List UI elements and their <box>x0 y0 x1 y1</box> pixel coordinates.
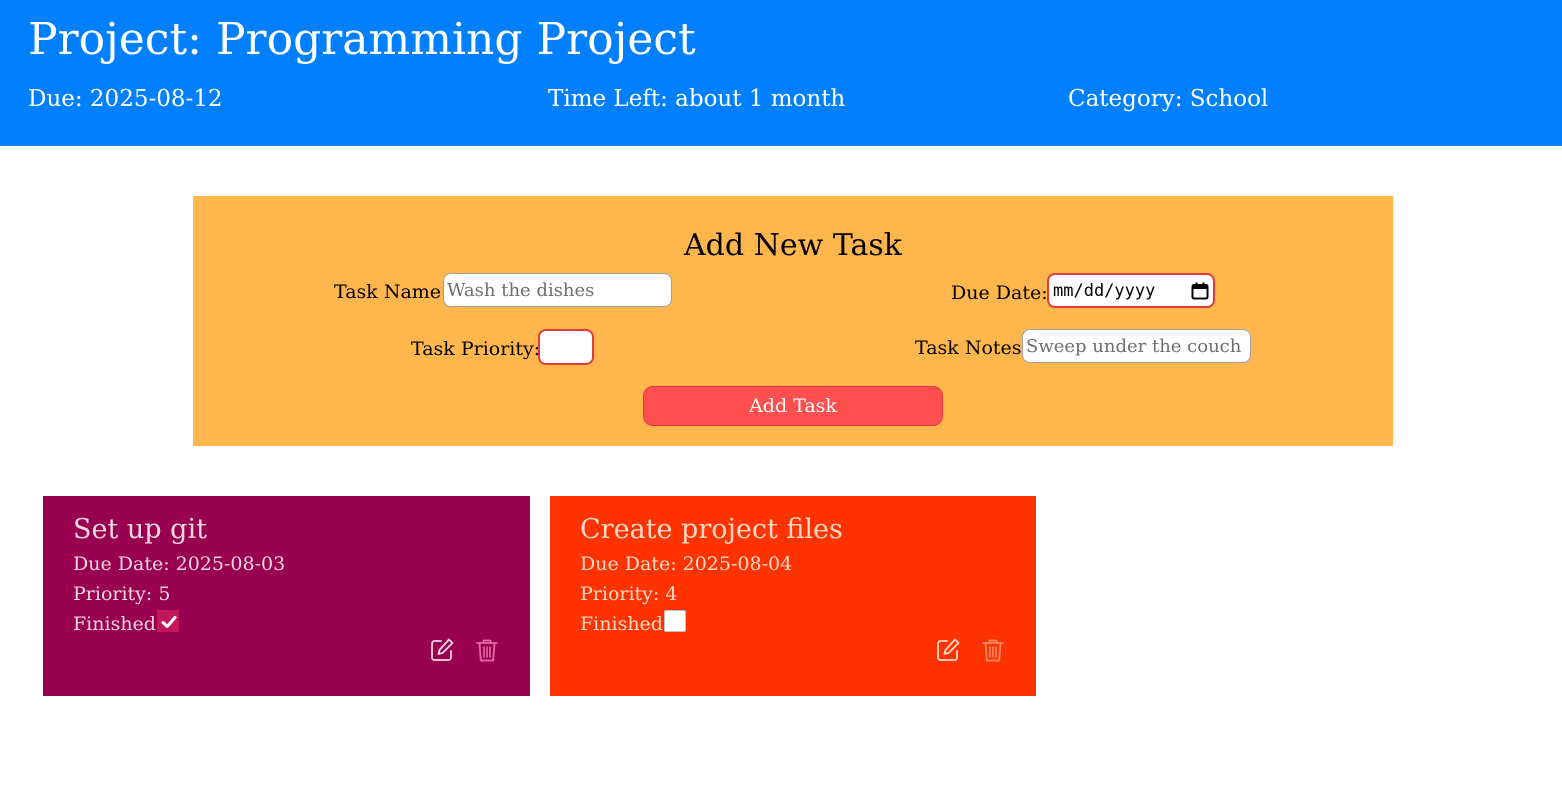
task-card: Create project files Due Date: 2025-08-0… <box>550 496 1036 696</box>
task-due-date: Due Date: 2025-08-04 <box>580 553 793 575</box>
task-priority-label: Task Priority: <box>411 338 541 360</box>
project-header: Project: Programming Project Due: 2025-0… <box>0 0 1562 146</box>
due-date-placeholder: mm/dd/yyyy <box>1053 280 1156 301</box>
task-name-input[interactable] <box>443 273 672 307</box>
task-notes-label: Task Notes: <box>915 337 1028 359</box>
due-date-label: Due Date: <box>951 282 1048 304</box>
project-category: Category: School <box>1068 86 1269 112</box>
due-date-input[interactable]: mm/dd/yyyy <box>1047 273 1215 308</box>
edit-icon[interactable] <box>428 636 456 664</box>
task-finished-label: Finished <box>73 613 156 635</box>
task-finished-label: Finished <box>580 613 663 635</box>
task-title: Create project files <box>580 514 843 545</box>
task-priority-input[interactable] <box>538 329 594 365</box>
task-due-date: Due Date: 2025-08-03 <box>73 553 286 575</box>
project-due-date: Due: 2025-08-12 <box>28 86 223 112</box>
add-task-form: Add New Task Task Name: Due Date: mm/dd/… <box>193 196 1393 446</box>
edit-icon[interactable] <box>934 636 962 664</box>
trash-icon[interactable] <box>979 636 1007 664</box>
calendar-icon[interactable] <box>1191 282 1209 300</box>
project-title: Project: Programming Project <box>28 14 696 65</box>
project-time-left: Time Left: about 1 month <box>548 86 846 112</box>
task-name-label: Task Name: <box>334 281 448 303</box>
form-title: Add New Task <box>684 228 902 263</box>
task-notes-input[interactable] <box>1022 329 1251 363</box>
add-task-button[interactable]: Add Task <box>643 386 943 426</box>
task-priority: Priority: 5 <box>73 583 171 605</box>
checkmark-icon <box>161 616 177 628</box>
task-priority: Priority: 4 <box>580 583 678 605</box>
task-title: Set up git <box>73 514 207 545</box>
task-card: Set up git Due Date: 2025-08-03 Priority… <box>43 496 530 696</box>
task-finished-checkbox[interactable] <box>157 610 179 632</box>
task-finished-checkbox[interactable] <box>664 610 686 632</box>
trash-icon[interactable] <box>473 636 501 664</box>
